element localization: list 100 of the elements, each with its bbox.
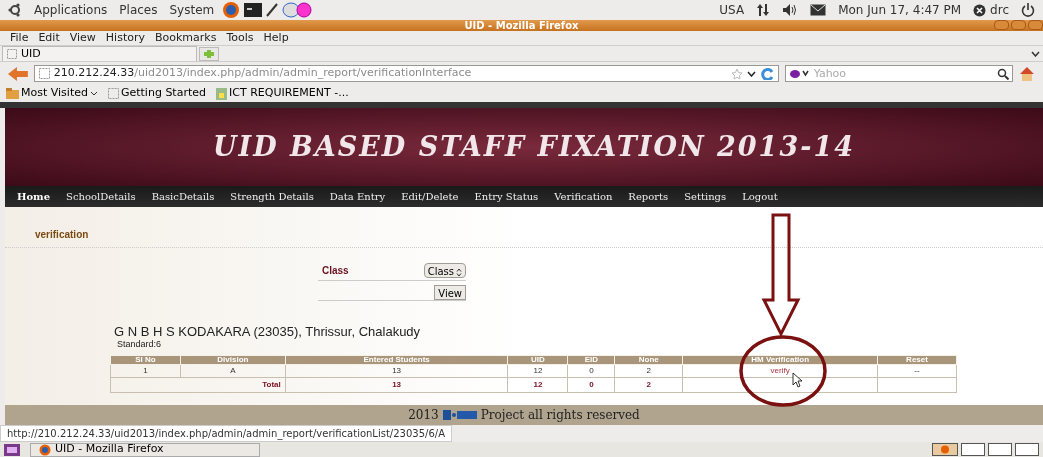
column-header: None: [614, 355, 683, 365]
total-cell: 2: [614, 377, 683, 393]
user-name[interactable]: drc: [990, 1, 1009, 19]
browser-tab[interactable]: UID: [2, 46, 197, 61]
column-header: Division: [180, 355, 286, 365]
workspace-icon: [988, 443, 1012, 456]
workspace-icon: [1015, 443, 1039, 456]
mail-icon: [810, 4, 827, 16]
nav-link[interactable]: SchoolDetails: [66, 189, 136, 204]
taskbar-button[interactable]: UID - Mozilla Firefox: [30, 442, 260, 457]
table-cell: 2: [614, 364, 683, 378]
table-cell: --: [877, 364, 957, 378]
column-header: HM Verification: [682, 355, 878, 365]
bookmark-item[interactable]: Most Visited: [6, 85, 98, 102]
home-icon: [1019, 65, 1035, 82]
page-icon: [38, 68, 50, 79]
school-heading: G N B H S KODAKARA (23035), Thrissur, Chalakudy: [114, 323, 421, 340]
nav-link[interactable]: Home: [17, 189, 51, 204]
back-arrow-icon: [8, 66, 28, 81]
menu-item[interactable]: History: [105, 29, 145, 47]
menu-item[interactable]: Tools: [226, 29, 254, 47]
keyboard-layout[interactable]: USA: [719, 1, 745, 19]
folder-icon: [6, 88, 19, 99]
search-field[interactable]: Yahoo: [784, 65, 1014, 82]
bookmark-star-icon: [730, 67, 743, 80]
workspace-icon: [961, 443, 985, 456]
verify-link[interactable]: verify: [770, 366, 790, 375]
menu-item[interactable]: Help: [263, 29, 289, 47]
column-header: Reset: [877, 355, 957, 365]
table-cell: 13: [285, 364, 508, 378]
footer-text: Project all rights reserved: [480, 407, 640, 424]
column-header: EID: [567, 355, 615, 365]
chevron-down-icon: [1031, 51, 1040, 57]
reload-icon: [759, 67, 774, 80]
table-cell: 12: [508, 364, 568, 378]
class-select[interactable]: Class: [423, 263, 466, 278]
user-status-icon: [973, 3, 987, 17]
table-cell: 1: [110, 364, 181, 378]
maximize-button[interactable]: [1011, 20, 1026, 30]
table-cell: A: [180, 364, 286, 378]
nav-link[interactable]: Logout: [742, 189, 778, 204]
menu-item[interactable]: Edit: [38, 29, 60, 47]
menu-item[interactable]: View: [69, 29, 96, 47]
url-text: 210.212.24.33/uid2013/index.php/admin/admin_report/verificationInterface: [53, 65, 473, 82]
clock[interactable]: Mon Jun 17, 4:47 PM: [838, 1, 962, 19]
firefox-icon: [222, 1, 241, 19]
window-title: UID - Mozilla Firefox: [464, 20, 579, 31]
nav-link[interactable]: Edit/Delete: [401, 189, 459, 204]
section-title: verification: [35, 228, 89, 242]
nav-link[interactable]: Data Entry: [329, 189, 386, 204]
volume-icon: [782, 3, 799, 17]
cursor-icon: [792, 372, 803, 388]
updown-caret-icon: [456, 267, 462, 277]
pencil-icon: [266, 3, 279, 17]
nav-link[interactable]: Verification: [554, 189, 613, 204]
menu-item[interactable]: File: [10, 29, 29, 47]
chevron-down-icon: [746, 70, 756, 77]
nav-link[interactable]: Entry Status: [474, 189, 539, 204]
total-cell: 13: [285, 377, 508, 393]
panel-menu[interactable]: Applications: [34, 1, 108, 19]
power-icon: [1021, 3, 1035, 17]
nav-link[interactable]: Reports: [628, 189, 669, 204]
banner-title: UID BASED STAFF FIXATION 2013-14: [212, 129, 855, 164]
search-engine-icon: [788, 69, 811, 79]
standard-label: Standard:6: [117, 338, 162, 351]
school-logo-icon: [442, 410, 477, 420]
nav-link[interactable]: BasicDetails: [151, 189, 215, 204]
workspace-icon: [932, 443, 958, 456]
menu-item[interactable]: Bookmarks: [155, 29, 217, 47]
network-icon: [756, 3, 771, 17]
nav-link[interactable]: Strength Details: [230, 189, 314, 204]
close-button[interactable]: [1028, 20, 1043, 30]
firefox-icon: [39, 443, 51, 456]
show-desktop-icon: [4, 443, 20, 456]
status-url: http://210.212.24.33/uid2013/index.php/admin/admin_report/verificationList/23035/6/A: [0, 425, 452, 442]
terminal-icon: [244, 3, 263, 17]
bookmark-item[interactable]: Getting Started: [107, 85, 206, 102]
total-cell: 0: [567, 377, 615, 393]
table-cell: 0: [567, 364, 615, 378]
total-label: Total: [110, 377, 286, 393]
view-button[interactable]: View: [434, 285, 466, 300]
disc-icon: [282, 2, 313, 18]
panel-menu[interactable]: Places: [119, 1, 158, 19]
footer-year: 2013: [408, 407, 439, 424]
column-header: Sl No: [110, 355, 181, 365]
page-icon: [107, 88, 119, 99]
page-icon: [7, 49, 17, 59]
lock-page-icon: [216, 87, 227, 100]
panel-menu[interactable]: System: [169, 1, 215, 19]
bookmark-item[interactable]: ICT REQUIREMENT -...: [216, 85, 349, 102]
minimize-button[interactable]: [994, 20, 1009, 30]
search-icon: [997, 68, 1010, 80]
column-header: Entered Students: [285, 355, 508, 365]
nav-link[interactable]: Settings: [684, 189, 727, 204]
address-field[interactable]: 210.212.24.33/uid2013/index.php/admin/admin_report/verificationInterface: [33, 65, 779, 82]
column-header: UID: [508, 355, 568, 365]
ubuntu-logo-icon: [8, 3, 22, 17]
total-cell: 12: [508, 377, 568, 393]
new-tab-icon: [199, 47, 219, 61]
chevron-down-icon: [89, 91, 98, 96]
